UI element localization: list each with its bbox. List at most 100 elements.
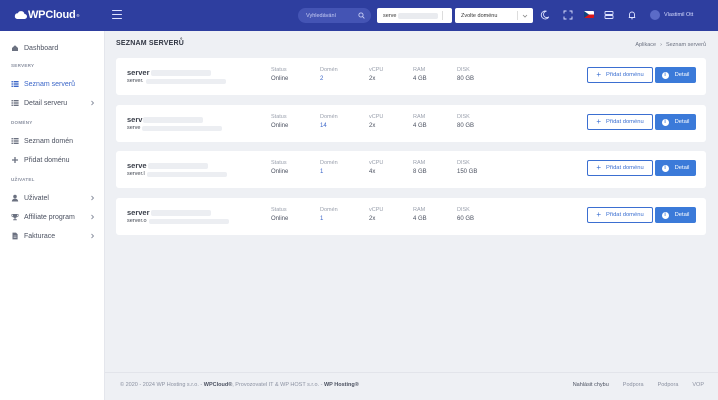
invoice-icon xyxy=(11,232,19,240)
server-name: server xyxy=(127,68,211,77)
server-card: serv serve Status Online Domén 14 vCPU 2x R… xyxy=(116,105,706,142)
disk-field: DISK 60 GB xyxy=(457,207,475,222)
moon-icon[interactable] xyxy=(540,10,550,20)
domains-count-link[interactable]: 2 xyxy=(320,76,338,82)
add-domain-button[interactable]: + Přidat doménu xyxy=(587,114,653,130)
server-select-value: serve xyxy=(383,12,397,19)
sidebar-item-label: Affiliate program xyxy=(24,213,75,221)
domain-select[interactable]: Zvolte doménu xyxy=(455,8,533,23)
cloud-icon xyxy=(14,11,27,19)
domain-select-value: Zvolte doménu xyxy=(461,12,498,19)
search-placeholder: Vyhledávání xyxy=(306,12,337,19)
vcpu-field: vCPU 4x xyxy=(369,160,384,175)
menu-toggle-icon[interactable] xyxy=(112,10,122,19)
domains-count-link[interactable]: 1 xyxy=(320,216,338,222)
status-field: Status Online xyxy=(271,67,289,82)
plus-icon xyxy=(11,156,19,164)
sidebar-section-domains: DOMÉNY xyxy=(11,120,33,125)
server-icon[interactable] xyxy=(604,10,614,20)
sidebar-item-server-list[interactable]: Seznam serverů xyxy=(0,77,105,91)
status-field: Status Online xyxy=(271,114,289,129)
server-hostname: server.l xyxy=(127,171,227,177)
domains-field: Domén 14 xyxy=(320,114,338,129)
plus-icon: + xyxy=(596,117,601,126)
add-domain-button[interactable]: + Přidat doménu xyxy=(587,207,653,223)
list-icon xyxy=(11,80,19,88)
sidebar-item-server-detail[interactable]: Detail serveru xyxy=(0,96,105,110)
copyright-text: © 2020 - 2024 WP Hosting s.r.o. - WPClou… xyxy=(120,382,359,388)
plus-icon: + xyxy=(596,210,601,219)
footer-link-support[interactable]: Podpora xyxy=(623,382,644,388)
top-bar: WPCloud ® Vyhledávání serve Zvolte domén… xyxy=(0,0,718,31)
fullscreen-icon[interactable] xyxy=(563,10,573,20)
sidebar-item-user[interactable]: Uživatel xyxy=(0,191,105,205)
server-select[interactable]: serve xyxy=(377,8,452,23)
footer-link-support-2[interactable]: Podpora xyxy=(658,382,679,388)
chevron-right-icon xyxy=(91,233,95,239)
page-title: SEZNAM SERVERŮ xyxy=(116,40,185,47)
disk-field: DISK 80 GB xyxy=(457,67,475,82)
breadcrumb: Aplikace › Seznam serverů xyxy=(635,42,706,48)
domains-field: Domén 1 xyxy=(320,207,338,222)
avatar xyxy=(650,10,660,20)
domains-field: Domén 1 xyxy=(320,160,338,175)
sidebar-item-add-domain[interactable]: Přidat doménu xyxy=(0,153,105,167)
chevron-right-icon xyxy=(91,195,95,201)
sidebar-item-domain-list[interactable]: Seznam domén xyxy=(0,134,105,148)
footer-link-report-bug[interactable]: Nahlásit chybu xyxy=(573,382,609,388)
brand-registered-mark: ® xyxy=(76,12,80,18)
ram-field: RAM 8 GB xyxy=(413,160,427,175)
disk-field: DISK 150 GB xyxy=(457,160,478,175)
search-input[interactable]: Vyhledávání xyxy=(298,8,371,23)
detail-button[interactable]: i Detail xyxy=(655,67,696,83)
detail-button[interactable]: i Detail xyxy=(655,114,696,130)
plus-icon: + xyxy=(596,70,601,79)
add-domain-button[interactable]: + Přidat doménu xyxy=(587,67,653,83)
add-domain-button[interactable]: + Přidat doménu xyxy=(587,160,653,176)
sidebar-item-label: Seznam serverů xyxy=(24,80,75,88)
plus-icon: + xyxy=(596,163,601,172)
breadcrumb-separator: › xyxy=(660,42,662,48)
info-icon: i xyxy=(661,211,669,219)
domains-count-link[interactable]: 1 xyxy=(320,169,338,175)
domains-count-link[interactable]: 14 xyxy=(320,123,338,129)
brand-name: WPCloud xyxy=(28,9,76,21)
search-icon xyxy=(358,12,365,19)
list-icon xyxy=(11,137,19,145)
czech-flag-icon[interactable] xyxy=(584,11,594,18)
sidebar-section-user: UŽIVATEL xyxy=(11,177,35,182)
sidebar-item-label: Seznam domén xyxy=(24,137,74,145)
detail-button[interactable]: i Detail xyxy=(655,207,696,223)
user-menu[interactable]: Vlastimil Ott xyxy=(650,10,693,20)
server-name: serv xyxy=(127,115,204,124)
vcpu-field: vCPU 2x xyxy=(369,207,384,222)
brand-logo[interactable]: WPCloud ® xyxy=(14,8,79,22)
sidebar-section-servers: SERVERY xyxy=(11,63,35,68)
ram-field: RAM 4 GB xyxy=(413,207,427,222)
status-field: Status Online xyxy=(271,160,289,175)
detail-button[interactable]: i Detail xyxy=(655,160,696,176)
ram-field: RAM 4 GB xyxy=(413,67,427,82)
server-hostname: server.o xyxy=(127,218,229,224)
sidebar-item-dashboard[interactable]: Dashboard xyxy=(0,41,105,55)
status-field: Status Online xyxy=(271,207,289,222)
sidebar-item-billing[interactable]: Fakturace xyxy=(0,229,105,243)
vcpu-field: vCPU 2x xyxy=(369,67,384,82)
sidebar-item-label: Uživatel xyxy=(24,194,49,202)
bell-icon[interactable] xyxy=(627,10,637,20)
server-hostname: server. xyxy=(127,78,226,84)
footer-link-terms[interactable]: VOP xyxy=(692,382,704,388)
sidebar: Dashboard SERVERY Seznam serverů Detail … xyxy=(0,31,105,400)
breadcrumb-item-current: Seznam serverů xyxy=(665,42,706,48)
sidebar-item-label: Detail serveru xyxy=(24,99,68,107)
sidebar-item-label: Dashboard xyxy=(24,44,59,52)
server-card: serve server.l Status Online Domén 1 vCPU 4… xyxy=(116,151,706,188)
ram-field: RAM 4 GB xyxy=(413,114,427,129)
info-icon: i xyxy=(661,71,669,79)
server-card: server server. Status Online Domén 2 vCPU 2… xyxy=(116,58,706,95)
vcpu-field: vCPU 2x xyxy=(369,114,384,129)
chevron-right-icon xyxy=(91,214,95,220)
footer-links: Nahlásit chybu Podpora Podpora VOP xyxy=(573,382,704,388)
breadcrumb-item-applications[interactable]: Aplikace xyxy=(635,42,656,48)
sidebar-item-affiliate[interactable]: Affiliate program xyxy=(0,210,105,224)
